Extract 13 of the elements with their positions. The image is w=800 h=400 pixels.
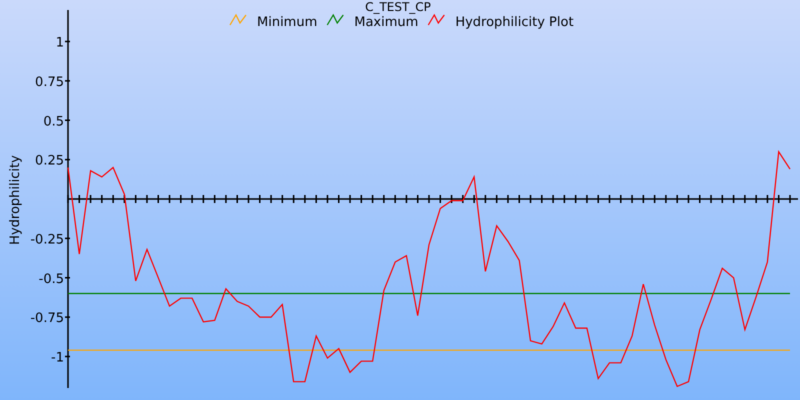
- y-tick-label: 0.5: [43, 114, 64, 130]
- y-tick-label: 0.25: [35, 154, 64, 169]
- y-tick-label: 0.75: [35, 74, 64, 90]
- y-axis-label: Hydrophilicity: [8, 155, 23, 245]
- chart-title: C_TEST_CP: [365, 0, 431, 14]
- y-tick-label: -0.5: [38, 272, 64, 287]
- y-tick-label: 1: [56, 36, 64, 50]
- legend-label: Minimum: [257, 15, 318, 30]
- legend-label: Maximum: [354, 15, 418, 30]
- y-tick-label: -1: [51, 350, 64, 366]
- y-tick-label: -0.25: [30, 232, 64, 248]
- y-tick-label: -0.75: [30, 311, 64, 326]
- legend-label: Hydrophilicity Plot: [455, 15, 574, 30]
